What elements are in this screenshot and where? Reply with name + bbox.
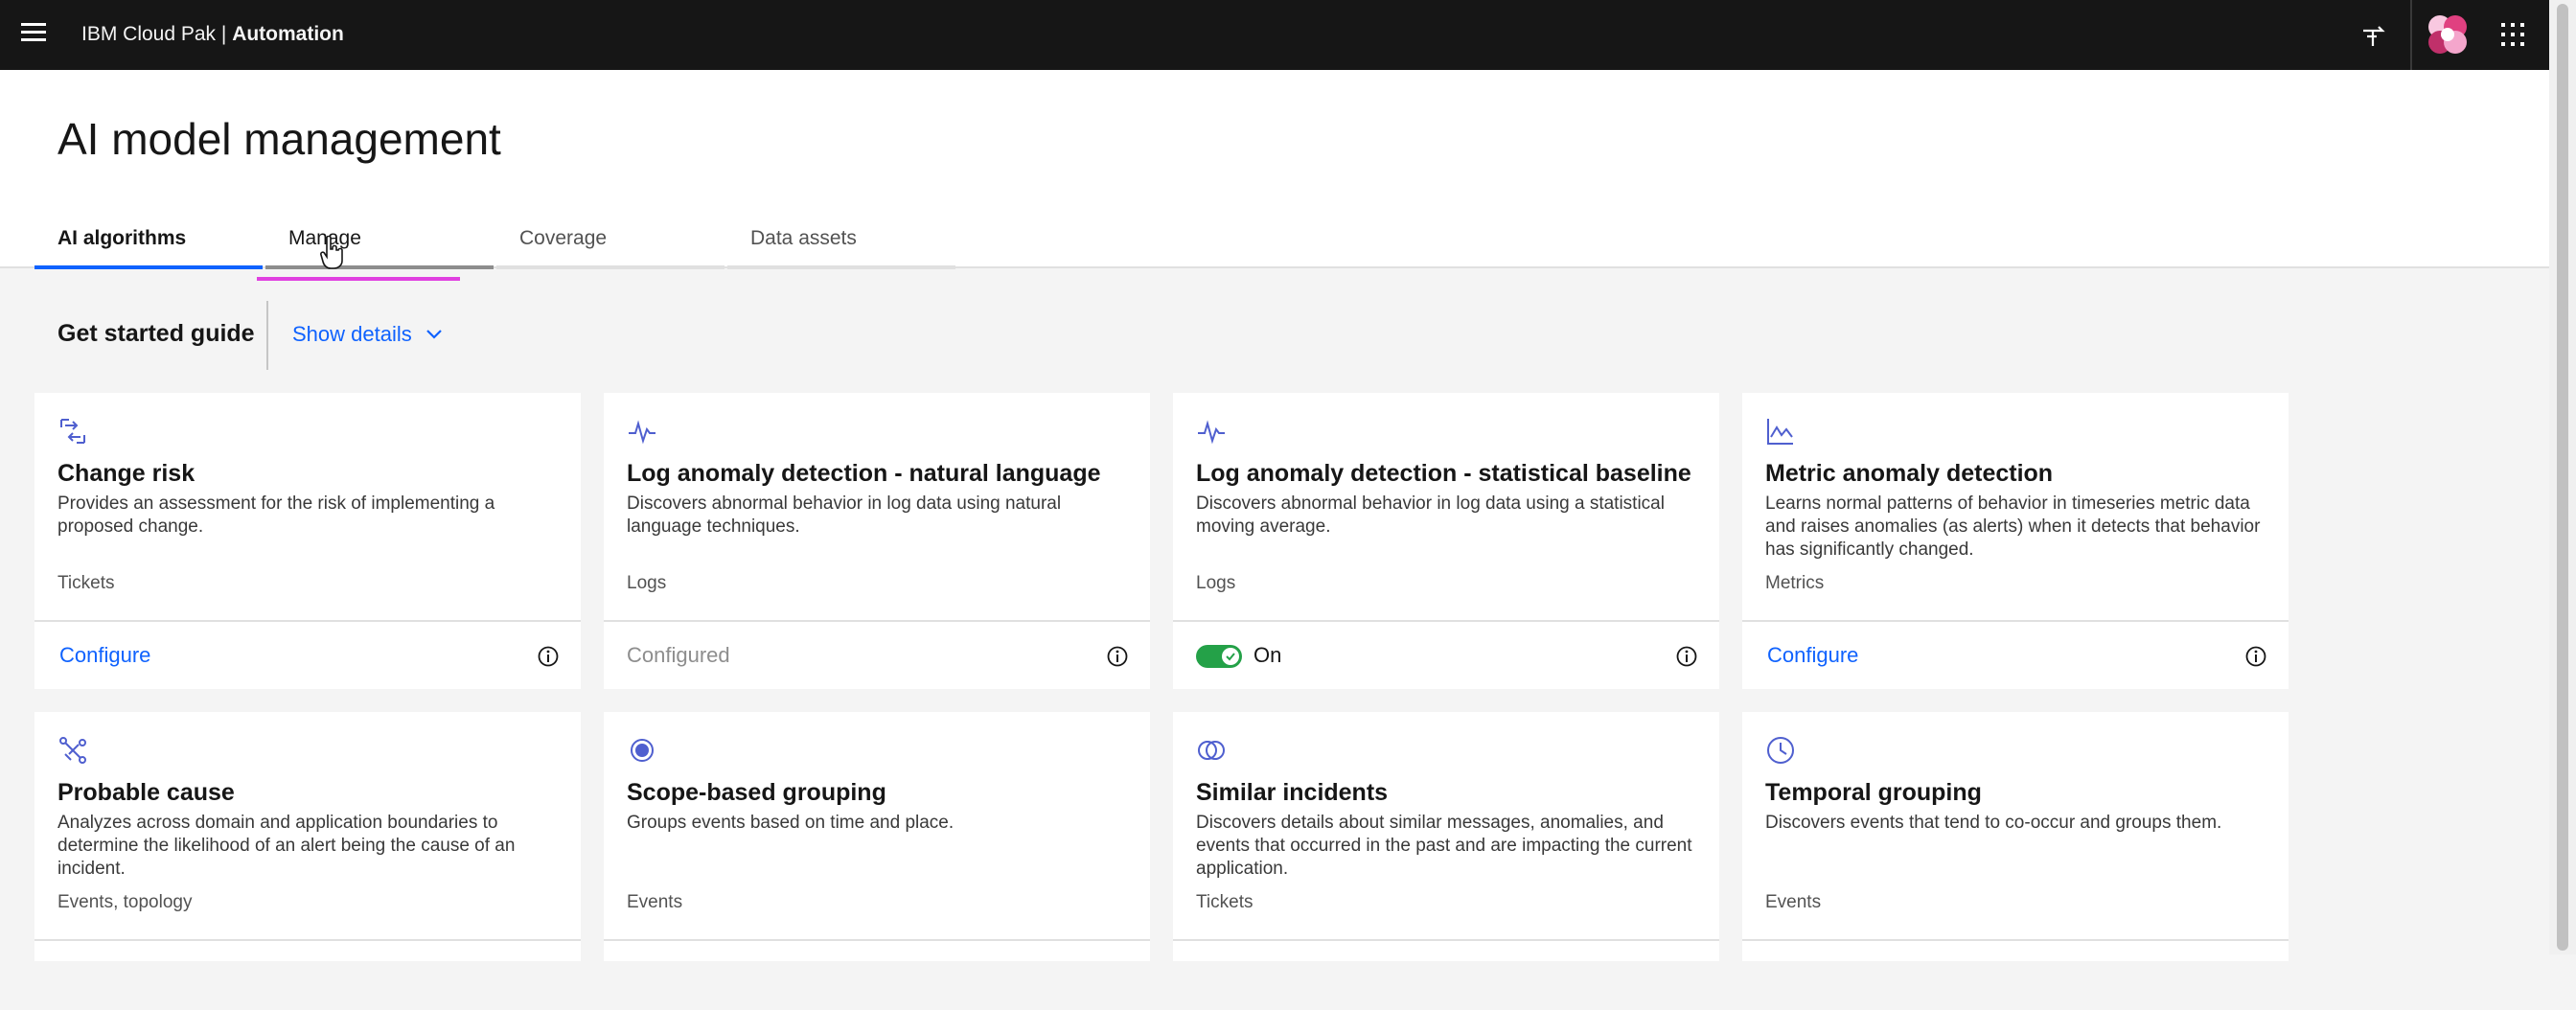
chart-icon — [1767, 419, 1793, 445]
card-description: Discovers details about similar messages… — [1196, 813, 1692, 879]
card-tag: Logs — [627, 573, 667, 593]
change-risk-icon — [60, 419, 85, 444]
tab-data-assets[interactable]: Data assets — [727, 223, 955, 269]
card-tag: Events — [627, 892, 683, 912]
tab-coverage[interactable]: Coverage — [496, 223, 724, 269]
card-title: Scope-based grouping — [627, 779, 886, 806]
card-tag: Tickets — [58, 573, 115, 593]
scope-icon — [631, 739, 654, 762]
top-header: IBM Cloud Pak | Automation — [0, 0, 2549, 70]
card-tag: Metrics — [1765, 573, 1825, 593]
card-title: Change risk — [58, 460, 196, 487]
configured-status: Configured — [627, 643, 730, 667]
scrollbar-thumb[interactable] — [2557, 4, 2568, 951]
card-description: Learns normal patterns of behavior in ti… — [1765, 494, 2261, 560]
card-log-anomaly-statistical-baseline: Log anomaly detection - statistical base… — [1173, 393, 1719, 689]
checkmark-icon — [1226, 653, 1235, 661]
activity-icon — [629, 420, 656, 445]
card-title: Metric anomaly detection — [1765, 460, 2054, 487]
activity-icon — [1198, 420, 1225, 445]
card-footer — [34, 939, 581, 1010]
enable-toggle[interactable] — [1196, 645, 1242, 668]
card-title: Log anomaly detection - natural language — [627, 460, 1101, 487]
card-footer: On — [1173, 620, 1719, 691]
brand-prefix: IBM Cloud Pak | — [81, 23, 233, 45]
focus-indicator — [257, 277, 460, 281]
tab-manage[interactable]: Manage — [265, 223, 494, 269]
card-title: Log anomaly detection - statistical base… — [1196, 460, 1691, 487]
card-footer — [604, 939, 1150, 1010]
configure-link[interactable]: Configure — [1767, 643, 1858, 668]
chevron-down-icon — [426, 330, 442, 339]
header-divider — [2410, 0, 2412, 70]
card-description: Analyzes across domain and application b… — [58, 813, 516, 879]
toggle-knob — [1222, 648, 1239, 665]
card-temporal-grouping: Temporal grouping Discovers events that … — [1742, 712, 2288, 961]
page-scrollbar[interactable] — [2549, 0, 2576, 954]
probable-cause-icon — [59, 737, 86, 764]
card-similar-incidents: Similar incidents Discovers details abou… — [1173, 712, 1719, 961]
page-title: AI model management — [58, 114, 501, 164]
card-tag: Events — [1765, 892, 1822, 912]
card-title: Temporal grouping — [1765, 779, 1982, 806]
brand-product: Automation — [232, 23, 344, 45]
menu-icon[interactable] — [21, 23, 46, 44]
card-description: Groups events based on time and place. — [627, 813, 954, 833]
information-icon[interactable] — [2244, 645, 2267, 668]
information-icon[interactable] — [1675, 645, 1698, 668]
card-scope-based-grouping: Scope-based grouping Groups events based… — [604, 712, 1150, 961]
tab-label: Coverage — [519, 227, 608, 249]
tab-label: Data assets — [750, 227, 857, 249]
similar-icon — [1198, 741, 1225, 760]
product-name[interactable]: IBM Cloud Pak | Automation — [81, 23, 344, 46]
clock-icon — [1767, 737, 1794, 764]
show-details-button[interactable]: Show details — [292, 322, 443, 347]
pin-icon[interactable] — [2356, 17, 2390, 52]
card-description: Discovers abnormal behavior in log data … — [627, 494, 1062, 537]
app-switcher-icon[interactable] — [2496, 17, 2530, 52]
card-footer — [1173, 939, 1719, 1010]
card-title: Similar incidents — [1196, 779, 1389, 806]
card-footer: Configure — [1742, 620, 2288, 691]
card-change-risk: Change risk Provides an assessment for t… — [34, 393, 581, 689]
page-header: AI model management AI algorithms Manage… — [0, 70, 2549, 269]
show-details-label: Show details — [292, 322, 412, 346]
configure-link[interactable]: Configure — [59, 643, 150, 668]
card-tag: Events, topology — [58, 892, 193, 912]
information-icon[interactable] — [537, 645, 560, 668]
card-description: Discovers abnormal behavior in log data … — [1196, 494, 1665, 537]
card-footer — [1742, 939, 2288, 1010]
card-title: Probable cause — [58, 779, 235, 806]
card-tag: Tickets — [1196, 892, 1254, 912]
information-icon[interactable] — [1106, 645, 1129, 668]
card-probable-cause: Probable cause Analyzes across domain an… — [34, 712, 581, 961]
card-tag: Logs — [1196, 573, 1236, 593]
card-footer: Configure — [34, 620, 581, 691]
card-metric-anomaly-detection: Metric anomaly detection Learns normal p… — [1742, 393, 2288, 689]
guide-title: Get started guide — [58, 320, 255, 347]
tab-label: AI algorithms — [58, 227, 187, 249]
card-description: Discovers events that tend to co-occur a… — [1765, 813, 2222, 833]
guide-divider — [266, 301, 268, 370]
toggle-state-label: On — [1254, 643, 1282, 667]
user-avatar[interactable] — [2425, 11, 2471, 57]
card-log-anomaly-natural-language: Log anomaly detection - natural language… — [604, 393, 1150, 689]
card-footer: Configured — [604, 620, 1150, 691]
card-description: Provides an assessment for the risk of i… — [58, 494, 495, 537]
pointer-cursor-icon — [319, 235, 346, 275]
tab-ai-algorithms[interactable]: AI algorithms — [34, 223, 263, 269]
